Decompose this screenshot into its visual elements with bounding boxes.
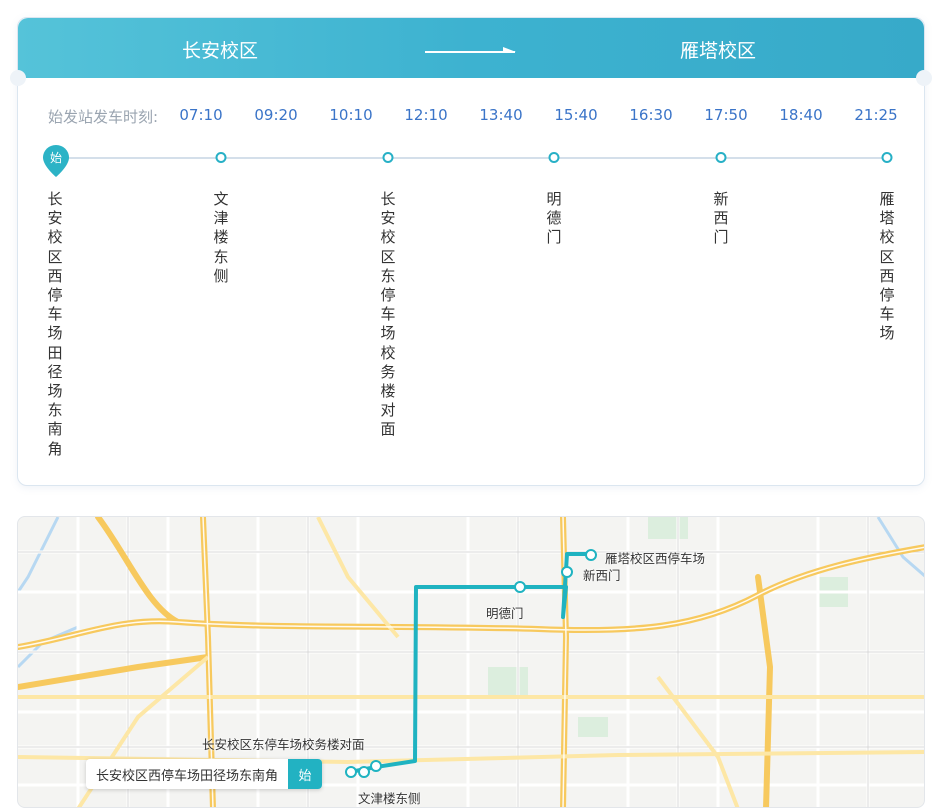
- departure-time: 12:10: [404, 106, 448, 124]
- route-card: 长安校区 雁塔校区 始发站发车时刻: 07:10 09:20 10:10 12:…: [10, 17, 932, 486]
- stop-name: 长安校区西停车场田径场东南角: [47, 190, 63, 458]
- route-map[interactable]: 长安校区东停车场校务楼对面 文津楼东侧 明德门 新西门 雁塔校区西停车场 长安校…: [17, 516, 925, 808]
- map-label-wenjin[interactable]: 文津楼东侧: [358, 788, 421, 807]
- map-label-mingde[interactable]: 明德门: [486, 603, 524, 622]
- map-start-tag: 始: [288, 759, 323, 789]
- to-campus: 雁塔校区: [680, 40, 757, 62]
- stop-name: 雁塔校区西停车场: [879, 190, 895, 343]
- departure-time: 15:40: [554, 106, 598, 124]
- departure-time: 07:10: [179, 106, 223, 124]
- departure-time: 09:20: [254, 106, 298, 124]
- stop-name: 长安校区东停车场校务楼对面: [380, 190, 396, 439]
- route-header: 长安校区 雁塔校区: [18, 18, 924, 78]
- departure-time: 17:50: [704, 106, 748, 124]
- route-line: [56, 157, 888, 159]
- stop-dot: [715, 152, 727, 163]
- stop-dot: [548, 152, 560, 163]
- start-pin-icon: 始: [43, 145, 69, 177]
- start-pin-tag: 始: [50, 151, 62, 165]
- departure-time: 21:25: [854, 106, 898, 124]
- departure-time: 18:40: [779, 106, 823, 124]
- from-campus: 长安校区: [182, 40, 259, 62]
- stop-dot: [382, 152, 394, 163]
- map-label-xinximen[interactable]: 新西门: [583, 565, 621, 584]
- arrow-right-icon: [425, 47, 516, 53]
- stop-name: 明德门: [546, 190, 562, 247]
- departure-time: 10:10: [329, 106, 373, 124]
- ticket-notch-left: [10, 70, 26, 86]
- map-label-east-parking[interactable]: 长安校区东停车场校务楼对面: [202, 734, 365, 753]
- ticket-notch-right: [916, 70, 932, 86]
- stop-dot: [881, 152, 893, 163]
- departure-time: 16:30: [629, 106, 673, 124]
- map-label-yanta[interactable]: 雁塔校区西停车场: [605, 548, 705, 567]
- stop-dot: [215, 152, 227, 163]
- bus-route-line: [349, 552, 591, 774]
- departure-times-label: 始发站发车时刻:: [48, 108, 159, 126]
- map-start-marker[interactable]: 长安校区西停车场田径场东南角 始: [86, 759, 323, 789]
- stop-name: 新西门: [713, 190, 729, 247]
- stop-name: 文津楼东侧: [213, 190, 229, 285]
- departure-time: 13:40: [479, 106, 523, 124]
- map-start-label: 长安校区西停车场田径场东南角: [96, 768, 279, 784]
